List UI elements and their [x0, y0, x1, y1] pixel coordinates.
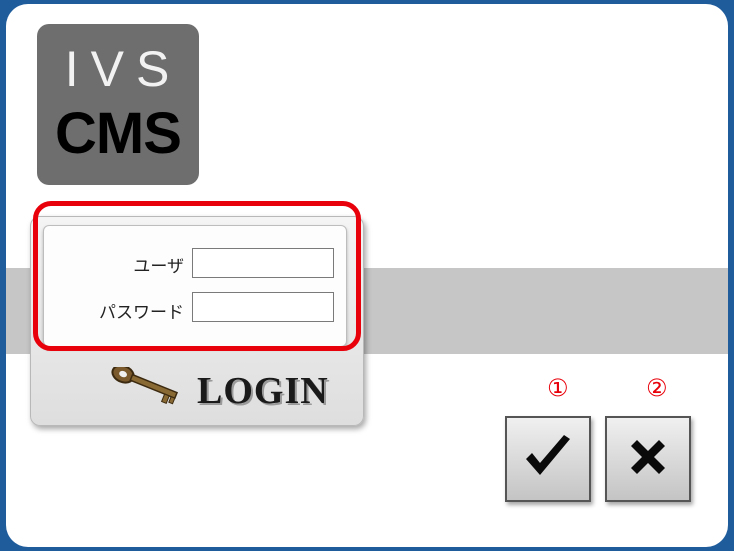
- login-button[interactable]: LOGIN: [101, 367, 351, 412]
- logo-line1: IVS: [64, 41, 182, 97]
- ok-button[interactable]: [505, 416, 591, 502]
- cancel-number-label: ②: [646, 374, 668, 402]
- login-window: IVS CMS ユーザ パスワード LOGIN ① ②: [6, 4, 728, 547]
- close-icon: [623, 432, 673, 486]
- highlight-frame: [33, 201, 361, 351]
- ok-number-label: ①: [547, 374, 569, 402]
- logo-line2: CMS: [55, 101, 182, 166]
- checkmark-icon: [520, 431, 576, 487]
- cancel-button[interactable]: [605, 416, 691, 502]
- ivs-cms-logo: IVS CMS: [37, 24, 199, 185]
- login-label: LOGIN: [197, 370, 329, 412]
